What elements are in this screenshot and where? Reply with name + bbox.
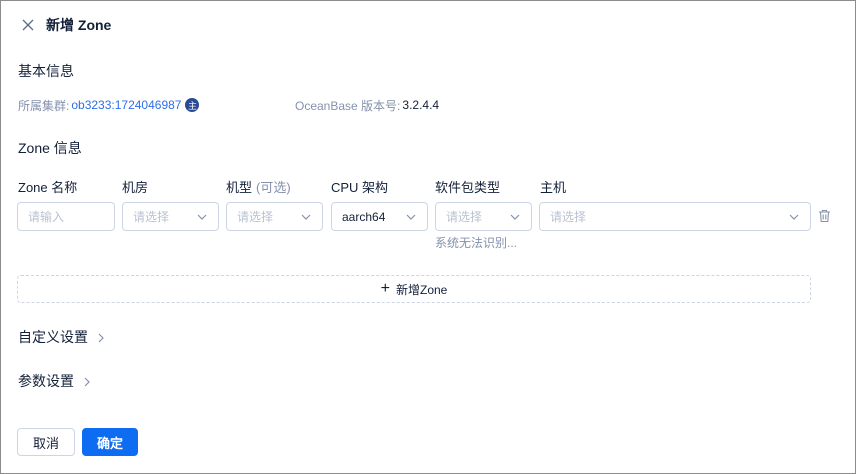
chevron-right-icon xyxy=(96,331,106,343)
idc-select[interactable]: 请选择 xyxy=(122,202,219,231)
machine-type-placeholder: 请选择 xyxy=(237,210,274,224)
dialog-frame: 新增 Zone 基本信息 所属集群: ob3233:1724046987 主 O… xyxy=(0,0,856,474)
package-type-select[interactable]: 请选择 xyxy=(435,202,532,231)
host-label: 主机 xyxy=(540,180,567,195)
version-info: OceanBase 版本号: 3.2.4.4 xyxy=(295,96,439,114)
cpu-arch-label: CPU 架构 xyxy=(331,180,389,195)
host-placeholder: 请选择 xyxy=(550,210,587,224)
package-type-hint: 系统无法识别... xyxy=(435,236,518,250)
delete-zone-icon[interactable] xyxy=(818,209,831,223)
zone-name-placeholder: 请输入 xyxy=(28,210,65,224)
chevron-right-icon xyxy=(82,375,92,387)
close-icon[interactable] xyxy=(20,17,36,33)
confirm-button[interactable]: 确定 xyxy=(82,428,138,456)
dialog-title: 新增 Zone xyxy=(46,17,112,33)
cpu-arch-select[interactable]: aarch64 xyxy=(331,202,428,231)
machine-type-select[interactable]: 请选择 xyxy=(226,202,323,231)
zone-info-title: Zone 信息 xyxy=(18,140,82,156)
custom-settings-label: 自定义设置 xyxy=(18,329,88,345)
cluster-label: 所属集群: xyxy=(18,98,70,113)
idc-label: 机房 xyxy=(122,180,149,195)
add-zone-button[interactable]: + 新增Zone xyxy=(17,275,811,303)
cpu-arch-value: aarch64 xyxy=(342,209,386,224)
chevron-down-icon xyxy=(509,211,521,223)
primary-cluster-tag-icon: 主 xyxy=(185,98,200,112)
dialog-header: 新增 Zone xyxy=(20,15,111,35)
chevron-down-icon xyxy=(196,211,208,223)
cluster-link[interactable]: ob3233:1724046987 xyxy=(71,98,181,112)
zone-name-input[interactable]: 请输入 xyxy=(17,202,115,231)
add-zone-label: 新增Zone xyxy=(395,282,448,297)
version-value: 3.2.4.4 xyxy=(402,98,440,112)
machine-type-label: 机型 (可选) xyxy=(226,177,291,196)
host-select[interactable]: 请选择 xyxy=(539,202,811,231)
cluster-info: 所属集群: ob3233:1724046987 主 xyxy=(18,96,200,114)
package-type-placeholder: 请选择 xyxy=(446,210,483,224)
basic-info-title: 基本信息 xyxy=(18,63,74,79)
param-settings-toggle[interactable]: 参数设置 xyxy=(18,371,92,391)
plus-icon: + xyxy=(380,280,390,297)
param-settings-label: 参数设置 xyxy=(18,373,74,389)
idc-placeholder: 请选择 xyxy=(133,210,170,224)
version-label: OceanBase 版本号: xyxy=(295,98,401,113)
chevron-down-icon xyxy=(300,211,312,223)
package-type-label: 软件包类型 xyxy=(435,180,501,195)
cancel-button[interactable]: 取消 xyxy=(17,428,75,456)
chevron-down-icon xyxy=(788,211,800,223)
machine-type-optional: (可选) xyxy=(256,180,291,195)
zone-name-label: Zone 名称 xyxy=(18,180,78,195)
custom-settings-toggle[interactable]: 自定义设置 xyxy=(18,327,106,347)
machine-type-label-text: 机型 xyxy=(226,180,253,195)
chevron-down-icon xyxy=(405,211,417,223)
